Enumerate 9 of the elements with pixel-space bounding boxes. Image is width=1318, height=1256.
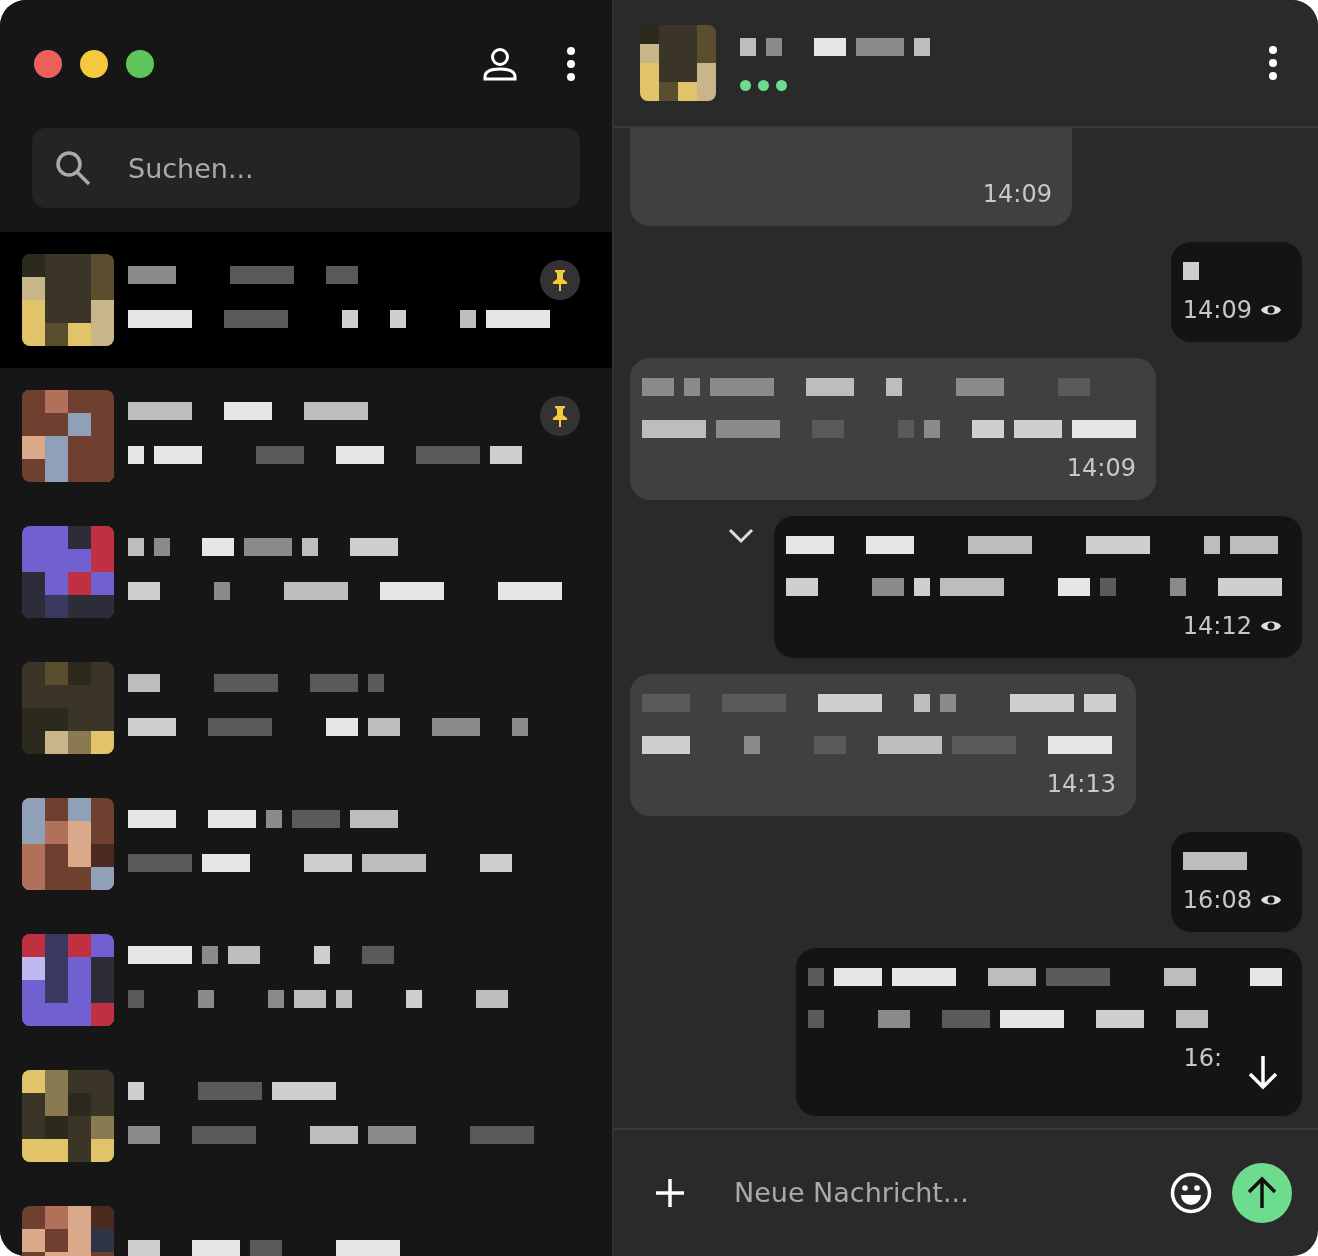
message-time: 14:13: [1046, 769, 1116, 800]
message-time: 14:09: [1066, 453, 1136, 484]
message-time: 14:12: [1182, 611, 1252, 642]
message-time: 16:08: [1182, 885, 1252, 916]
message-time: 14:09: [982, 179, 1052, 210]
message-time: 14:09: [1182, 295, 1252, 326]
search-field[interactable]: Suchen...: [32, 128, 580, 208]
message-time: 16:: [1183, 1043, 1222, 1074]
message-field[interactable]: Neue Nachricht...: [732, 1171, 1150, 1215]
